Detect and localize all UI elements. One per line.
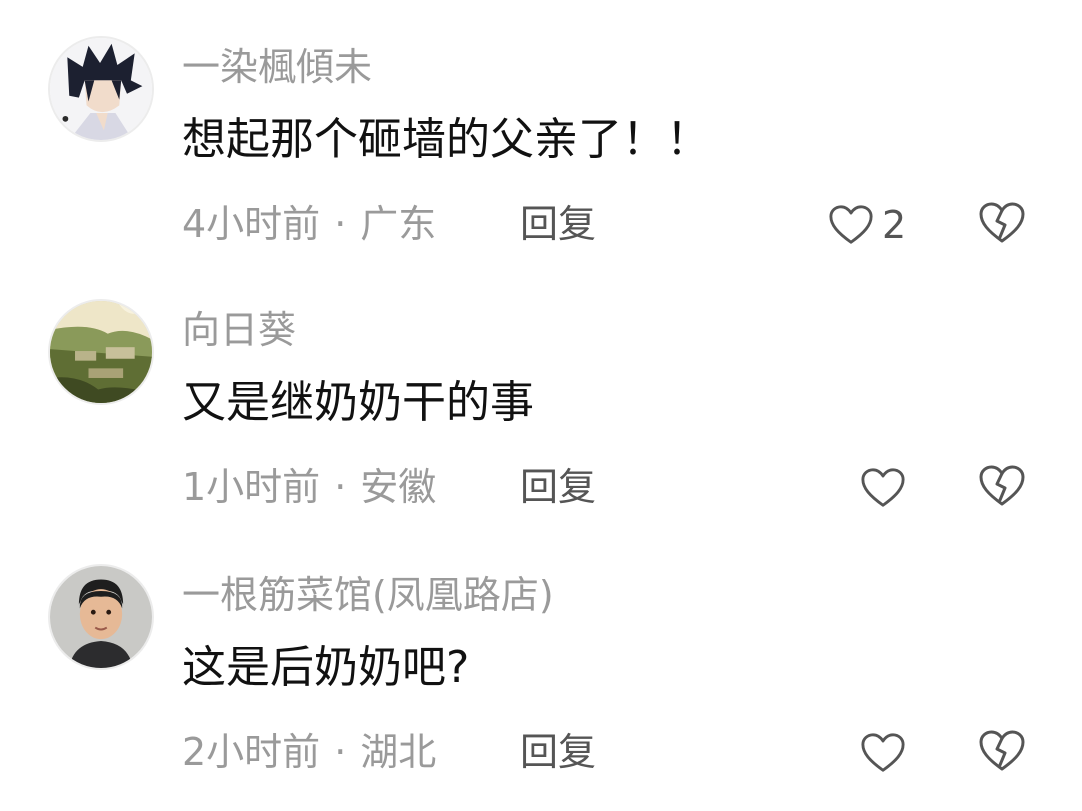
like-button[interactable]: 2: [828, 200, 906, 250]
heart-icon: [861, 733, 905, 772]
comment-item: 向日葵 又是继奶奶干的事 1小时前 · 安徽 回复: [0, 263, 1082, 525]
reply-button[interactable]: 回复: [520, 726, 596, 778]
location: 安徽: [360, 465, 437, 509]
reply-button[interactable]: 回复: [520, 461, 596, 513]
broken-heart-icon: [979, 202, 1025, 243]
comment-text: 想起那个砸墙的父亲了！！: [182, 114, 710, 165]
heart-icon: [829, 205, 873, 244]
man-portrait-avatar-icon: [50, 566, 152, 668]
reply-button[interactable]: 回复: [520, 198, 596, 250]
separator: ·: [334, 730, 347, 774]
dislike-button[interactable]: [978, 463, 1028, 513]
broken-heart-icon: [979, 465, 1025, 506]
comment-text: 这是后奶奶吧?: [182, 642, 470, 693]
separator: ·: [334, 465, 347, 509]
comment-meta: 4小时前 · 广东: [182, 198, 436, 250]
timestamp: 2小时前: [182, 730, 321, 774]
comment-item: 一染楓傾未 想起那个砸墙的父亲了！！ 4小时前 · 广东 回复 2: [0, 0, 1082, 262]
dislike-button[interactable]: [978, 728, 1028, 778]
comment-text: 又是继奶奶干的事: [182, 377, 534, 428]
comment-meta: 1小时前 · 安徽: [182, 461, 436, 513]
dislike-button[interactable]: [978, 200, 1028, 250]
timestamp: 4小时前: [182, 202, 321, 246]
like-button[interactable]: [860, 728, 906, 778]
location: 湖北: [360, 730, 437, 774]
like-button[interactable]: [860, 463, 906, 513]
landscape-avatar-icon: [50, 301, 152, 403]
broken-heart-icon: [979, 730, 1025, 771]
comment-list: 一染楓傾未 想起那个砸墙的父亲了！！ 4小时前 · 广东 回复 2 向日葵 又是…: [0, 0, 1082, 811]
username[interactable]: 一根筋菜馆(凤凰路店): [182, 570, 554, 620]
comment-meta: 2小时前 · 湖北: [182, 726, 436, 778]
avatar[interactable]: [48, 299, 154, 405]
timestamp: 1小时前: [182, 465, 321, 509]
separator: ·: [334, 202, 347, 246]
anime-character-avatar-icon: [50, 38, 152, 140]
username[interactable]: 一染楓傾未: [182, 42, 372, 92]
username[interactable]: 向日葵: [182, 305, 296, 355]
avatar[interactable]: [48, 36, 154, 142]
heart-icon: [861, 468, 905, 507]
avatar[interactable]: [48, 564, 154, 670]
comment-item: 一根筋菜馆(凤凰路店) 这是后奶奶吧? 2小时前 · 湖北 回复: [0, 528, 1082, 790]
location: 广东: [360, 202, 437, 246]
like-count: 2: [882, 203, 907, 247]
